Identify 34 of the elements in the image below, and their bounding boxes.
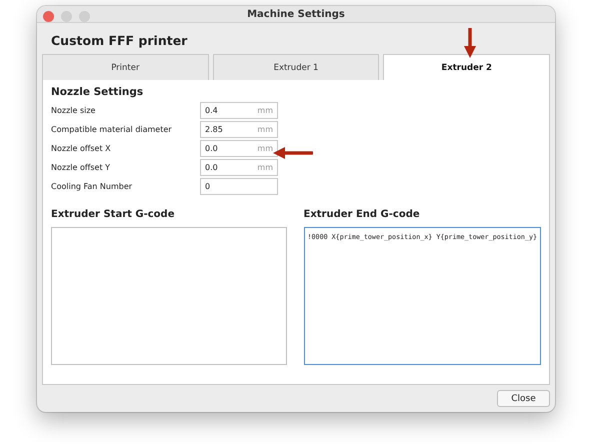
unit-label: mm — [257, 163, 273, 172]
gcode-text-area[interactable] — [51, 227, 286, 365]
field-label: Nozzle size — [51, 106, 96, 115]
minimize-window-button[interactable] — [61, 11, 72, 22]
zoom-window-button[interactable] — [79, 11, 90, 22]
tab[interactable]: Extruder 2 — [383, 54, 550, 80]
close-button[interactable]: Close — [497, 390, 550, 407]
section-title: Extruder End G-code — [304, 208, 420, 222]
field-label: Compatible material diameter — [51, 125, 173, 134]
tab[interactable]: Extruder 1 — [212, 54, 380, 80]
input-field[interactable]: 0 — [200, 178, 278, 195]
field-value: 0.0 — [205, 144, 218, 153]
field-label: Nozzle offset Y — [51, 163, 112, 172]
section-title: Extruder Start G-code — [51, 208, 174, 222]
left-arrow-icon — [273, 147, 313, 159]
printer-name-heading: Custom FFF printer — [50, 32, 188, 50]
field-value: 0 — [205, 182, 210, 191]
unit-label: mm — [257, 125, 273, 134]
down-arrow-icon — [464, 28, 476, 58]
input-field[interactable]: 2.85 mm — [200, 121, 278, 138]
input-field[interactable]: 0.0 mm — [200, 159, 278, 176]
section-title: Nozzle Settings — [51, 86, 144, 98]
field-label: Cooling Fan Number — [51, 182, 134, 191]
field-value: 0.4 — [205, 106, 218, 115]
field-value: 0.0 — [205, 163, 218, 172]
input-field[interactable]: 0.4 mm — [200, 102, 278, 119]
unit-label: mm — [257, 144, 273, 153]
field-label: Nozzle offset X — [51, 144, 112, 153]
input-field[interactable]: 0.0 mm — [200, 140, 278, 157]
close-window-button[interactable] — [43, 11, 54, 22]
tab[interactable]: Printer — [42, 54, 209, 80]
window-title: Machine Settings — [247, 8, 345, 20]
field-value: 2.85 — [205, 125, 223, 134]
unit-label: mm — [257, 106, 273, 115]
